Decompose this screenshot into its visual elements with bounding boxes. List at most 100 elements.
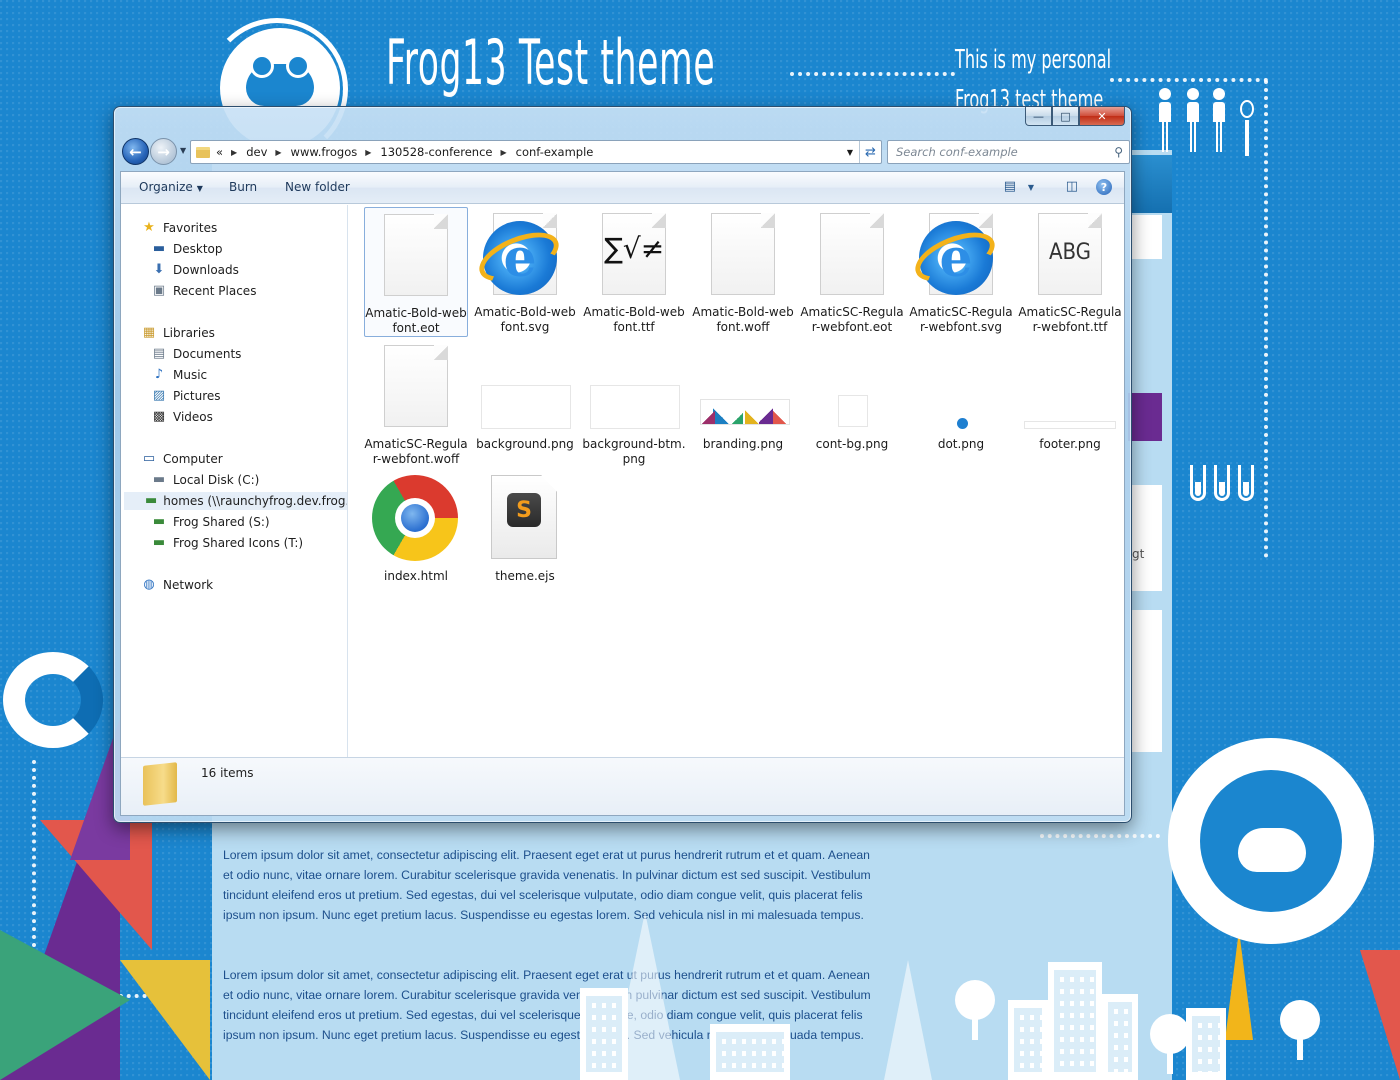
- chevron-right-icon[interactable]: ▶: [275, 148, 281, 157]
- nav-item-videos[interactable]: ▩ Videos: [151, 408, 213, 426]
- breadcrumb-item[interactable]: conf-example: [516, 145, 594, 159]
- maximize-button[interactable]: □: [1052, 107, 1079, 126]
- sublime-badge-text: S: [507, 493, 541, 527]
- view-options-dropdown[interactable]: ▼: [1028, 183, 1034, 192]
- search-icon[interactable]: ⚲: [1114, 145, 1123, 159]
- file-item[interactable]: e AmaticSC-Regular-webfont.svg: [908, 207, 1013, 337]
- font-glyph-text: ABG: [1048, 240, 1092, 265]
- file-item[interactable]: ABG AmaticSC-Regular-webfont.ttf: [1018, 207, 1122, 337]
- address-bar[interactable]: « ▶ dev ▶ www.frogos ▶ 130528-conference…: [190, 140, 882, 164]
- breadcrumb-item[interactable]: 130528-conference ▶: [380, 145, 515, 159]
- nav-item-network[interactable]: ◍ Network: [141, 576, 213, 594]
- file-item[interactable]: index.html: [364, 471, 468, 601]
- preview-pane-button[interactable]: ◫: [1066, 179, 1078, 194]
- close-button[interactable]: ✕: [1079, 107, 1125, 126]
- lifebuoy-icon: [3, 652, 103, 748]
- person-icon: [1158, 88, 1172, 156]
- file-name: Amatic-Bold-webfont.svg: [474, 305, 576, 334]
- nav-item-homes[interactable]: ▬ homes (\\raunchyfrog.dev.frog.lo: [124, 492, 347, 510]
- help-button[interactable]: ?: [1096, 179, 1112, 195]
- file-item[interactable]: dot.png: [909, 339, 1013, 469]
- file-item[interactable]: Amatic-Bold-webfont.woff: [691, 207, 795, 337]
- star-icon: ★: [143, 220, 155, 235]
- nav-item-local-disk[interactable]: ▬ Local Disk (C:): [151, 471, 259, 489]
- new-folder-button[interactable]: New folder: [285, 180, 350, 194]
- file-name: cont-bg.png: [815, 437, 889, 451]
- burn-button[interactable]: Burn: [229, 180, 257, 194]
- site-subtitle-line: This is my personal: [955, 45, 1112, 75]
- breadcrumb-label: 130528-conference: [380, 145, 493, 159]
- forward-button[interactable]: →: [150, 138, 177, 165]
- nav-item-music[interactable]: ♪ Music: [151, 366, 207, 384]
- documents-icon: ▤: [152, 346, 166, 361]
- file-item[interactable]: background-btm.png: [582, 339, 686, 469]
- music-icon: ♪: [154, 367, 164, 382]
- refresh-icon: ⇄: [865, 144, 876, 160]
- nav-item-computer[interactable]: ▭ Computer: [141, 450, 223, 468]
- decor-triangle: [1225, 930, 1253, 1040]
- nav-item-libraries[interactable]: ▦ Libraries: [141, 324, 215, 342]
- file-name: index.html: [384, 569, 448, 583]
- arrow-left-icon: ←: [129, 142, 142, 161]
- body-paragraph: Lorem ipsum dolor sit amet, consectetur …: [223, 848, 871, 922]
- file-name: AmaticSC-Regular-webfont.woff: [364, 437, 468, 466]
- file-item[interactable]: footer.png: [1018, 339, 1122, 469]
- view-icon: ▤: [1003, 179, 1016, 194]
- minimize-button[interactable]: —: [1025, 107, 1052, 126]
- breadcrumb-item[interactable]: dev ▶: [246, 145, 290, 159]
- file-item[interactable]: background.png: [473, 339, 577, 469]
- tree-icon: [955, 980, 995, 1040]
- file-item[interactable]: Amatic-Bold-webfont.eot: [364, 207, 468, 337]
- dotted-line: [790, 72, 955, 76]
- nav-item-documents[interactable]: ▤ Documents: [151, 345, 242, 363]
- nav-label: Pictures: [173, 389, 221, 403]
- chevron-right-icon[interactable]: ▶: [365, 148, 371, 157]
- file-item[interactable]: S theme.ejs: [473, 471, 577, 601]
- nav-item-recent-places[interactable]: ▣ Recent Places: [151, 282, 257, 300]
- refresh-button[interactable]: ⇄: [859, 141, 881, 163]
- nav-item-frog-shared-icons[interactable]: ▬ Frog Shared Icons (T:): [151, 534, 303, 552]
- nav-item-frog-shared[interactable]: ▬ Frog Shared (S:): [151, 513, 270, 531]
- videos-icon: ▩: [152, 409, 166, 424]
- overflow-chevron-icon: «: [216, 145, 224, 159]
- nav-item-pictures[interactable]: ▨ Pictures: [151, 387, 221, 405]
- chevron-down-icon: ▼: [196, 184, 203, 193]
- nav-label: Local Disk (C:): [173, 473, 260, 487]
- building-icon: [1102, 994, 1138, 1080]
- address-history-dropdown[interactable]: ▼: [847, 148, 853, 157]
- change-view-button[interactable]: ▤: [1004, 179, 1016, 194]
- font-preview-icon: ABG: [1022, 207, 1118, 303]
- back-button[interactable]: ←: [122, 138, 149, 165]
- person-icon: [1212, 88, 1226, 156]
- file-item[interactable]: branding.png: [691, 339, 795, 469]
- explorer-window[interactable]: — □ ✕ ← → ▼ « ▶ dev ▶ www.frogos ▶ 13052…: [113, 106, 1132, 823]
- organize-button[interactable]: Organize ▼: [139, 180, 203, 194]
- arrow-right-icon: →: [157, 142, 170, 161]
- dotted-line: [1110, 78, 1268, 82]
- chevron-right-icon[interactable]: ▶: [500, 148, 506, 157]
- internet-explorer-icon: e: [908, 207, 1009, 303]
- lightbulb-icon: [1240, 100, 1254, 118]
- nav-item-favorites[interactable]: ★ Favorites: [141, 219, 217, 237]
- right-panel-strip: [1130, 215, 1162, 259]
- nav-item-desktop[interactable]: ▬ Desktop: [151, 240, 223, 258]
- file-item[interactable]: ∑√≠ Amatic-Bold-webfont.ttf: [582, 207, 686, 337]
- dotted-line: [1040, 834, 1160, 838]
- right-panel-header: [1130, 155, 1172, 213]
- tree-icon: [1280, 1000, 1320, 1060]
- navigation-bar: ← → ▼ « ▶ dev ▶ www.frogos ▶ 130528-conf…: [120, 137, 1130, 167]
- computer-icon: ▭: [142, 451, 156, 466]
- search-input[interactable]: Search conf-example ⚲: [887, 140, 1130, 164]
- nav-label: Videos: [173, 410, 213, 424]
- file-name: Amatic-Bold-webfont.eot: [365, 306, 467, 335]
- breadcrumb-item[interactable]: www.frogos ▶: [291, 145, 381, 159]
- building-icon: [1008, 1000, 1048, 1080]
- file-item[interactable]: AmaticSC-Regular-webfont.woff: [364, 339, 468, 469]
- network-drive-icon: ▬: [145, 493, 158, 508]
- file-item[interactable]: AmaticSC-Regular-webfont.eot: [800, 207, 904, 337]
- file-item[interactable]: e Amatic-Bold-webfont.svg: [472, 207, 577, 337]
- recent-pages-dropdown[interactable]: ▼: [180, 146, 186, 155]
- file-item[interactable]: cont-bg.png: [800, 339, 904, 469]
- breadcrumb-overflow[interactable]: « ▶: [216, 145, 246, 159]
- nav-item-downloads[interactable]: ⬇ Downloads: [151, 261, 239, 279]
